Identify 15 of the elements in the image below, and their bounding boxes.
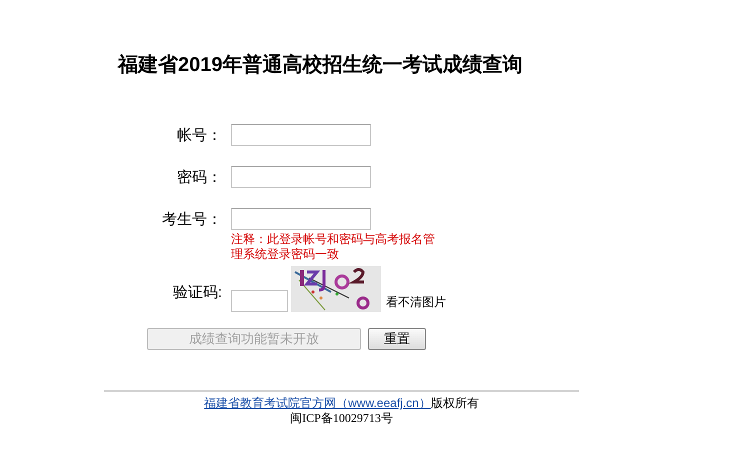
field-label: 密码： bbox=[177, 168, 222, 186]
input-field[interactable] bbox=[231, 166, 371, 188]
input-field[interactable] bbox=[231, 208, 371, 230]
website-link[interactable]: 福建省教育考试院官方网（www.eeafj.cn） bbox=[204, 396, 431, 411]
field-label: 帐号： bbox=[177, 126, 222, 144]
icp-number: 闽ICP备10029713号 bbox=[290, 411, 393, 426]
input-field[interactable] bbox=[231, 124, 371, 146]
page-title: 福建省2019年普通高校招生统一考试成绩查询 bbox=[118, 52, 524, 78]
note-text: 注释：此登录帐号和密码与高考报名管理系统登录密码一致 bbox=[231, 232, 436, 262]
captcha-field[interactable] bbox=[231, 290, 288, 312]
reset-button[interactable]: 重置 bbox=[368, 328, 426, 350]
field-label: 验证码: bbox=[172, 283, 222, 302]
refresh-captcha-link[interactable]: 看不清图片 bbox=[386, 294, 446, 311]
field-label: 考生号： bbox=[162, 210, 222, 228]
copyright-text: 版权所有 bbox=[430, 396, 479, 411]
